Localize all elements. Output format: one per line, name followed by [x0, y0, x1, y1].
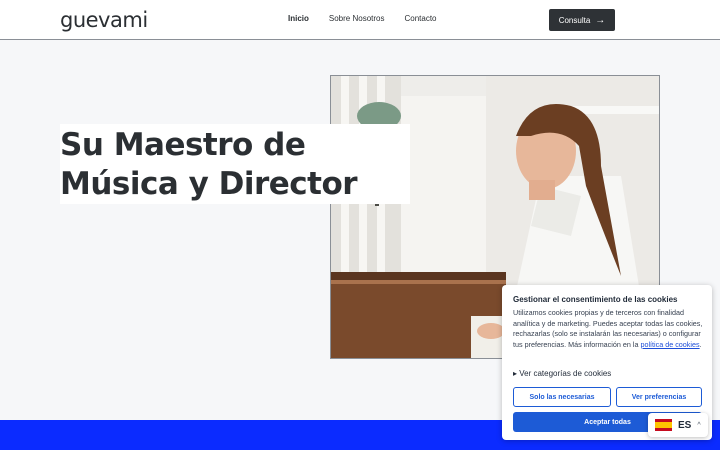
view-preferences-button[interactable]: Ver preferencias: [616, 387, 702, 407]
only-necessary-button[interactable]: Solo las necesarias: [513, 387, 611, 407]
consulta-button[interactable]: Consulta →: [549, 9, 615, 31]
site-logo[interactable]: guevami: [60, 8, 148, 32]
triangle-right-icon: ▸: [513, 369, 518, 378]
cookie-title: Gestionar el consentimiento de las cooki…: [513, 295, 678, 304]
language-code: ES: [678, 419, 692, 431]
arrow-right-icon: →: [595, 14, 606, 26]
hero-title: Su Maestro de Música y Director: [60, 127, 358, 202]
chevron-up-icon: ^: [697, 421, 701, 429]
main-nav: Inicio Sobre Nosotros Contacto: [288, 14, 437, 23]
consulta-label: Consulta: [558, 15, 591, 25]
cookie-policy-link[interactable]: política de cookies: [640, 340, 699, 349]
nav-item-sobre-nosotros[interactable]: Sobre Nosotros: [329, 14, 385, 23]
nav-item-contacto[interactable]: Contacto: [404, 14, 436, 23]
language-selector[interactable]: ES ^: [648, 413, 708, 437]
cookie-categories-toggle[interactable]: ▸ Ver categorías de cookies: [513, 369, 611, 378]
spain-flag-icon: [655, 419, 672, 431]
nav-item-inicio[interactable]: Inicio: [288, 14, 309, 23]
cookie-categories-label: Ver categorías de cookies: [519, 369, 612, 378]
cookie-body-end: .: [699, 339, 702, 349]
site-header: guevami Inicio Sobre Nosotros Contacto C…: [0, 0, 720, 40]
cookie-body: Utilizamos cookies propias y de terceros…: [513, 308, 703, 350]
